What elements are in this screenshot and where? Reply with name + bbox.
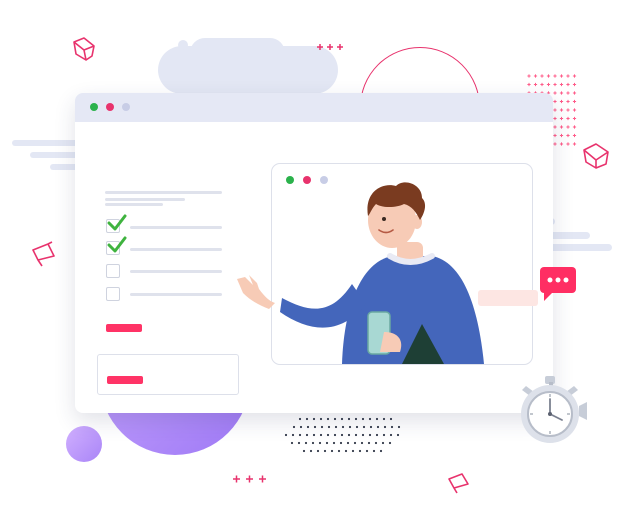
megaphone-icon-2 bbox=[448, 473, 469, 494]
checkmark-icon bbox=[107, 236, 127, 253]
small-dot bbox=[178, 40, 188, 50]
submit-button[interactable] bbox=[106, 324, 142, 332]
book-open-icon bbox=[583, 143, 609, 169]
book-icon bbox=[73, 37, 95, 61]
subheading-placeholder-line bbox=[105, 203, 163, 206]
plus-row-bottom bbox=[233, 475, 266, 483]
heading-placeholder-line bbox=[105, 191, 222, 194]
dot-grid bbox=[284, 417, 401, 453]
browser-window bbox=[75, 93, 553, 413]
stopwatch-icon bbox=[521, 376, 587, 443]
checklist-item-line bbox=[130, 270, 222, 273]
checkmark-icon bbox=[107, 214, 127, 231]
speech-bubble-ellipsis-icon[interactable] bbox=[538, 265, 580, 303]
browser-title-bar bbox=[75, 93, 553, 122]
checklist-item-line bbox=[130, 226, 222, 229]
input-field[interactable] bbox=[97, 354, 239, 395]
waving-hand bbox=[237, 275, 275, 309]
chat-pill bbox=[478, 290, 538, 306]
presenter-avatar bbox=[280, 182, 484, 364]
megaphone-icon bbox=[32, 241, 55, 267]
cloud-top-bump bbox=[190, 38, 285, 68]
purple-dot bbox=[66, 426, 102, 462]
window-maximize-dot[interactable] bbox=[122, 103, 130, 111]
checkbox[interactable] bbox=[106, 264, 120, 278]
window-minimize-dot[interactable] bbox=[106, 103, 114, 111]
window-close-dot[interactable] bbox=[90, 103, 98, 111]
checklist-item-line bbox=[130, 293, 222, 296]
input-field-bar bbox=[107, 376, 143, 384]
checklist-item-line bbox=[130, 248, 222, 251]
subheading-placeholder-line bbox=[105, 198, 185, 201]
video-call-window bbox=[271, 163, 533, 365]
plus-row-top bbox=[317, 44, 343, 50]
checkbox[interactable] bbox=[106, 287, 120, 301]
